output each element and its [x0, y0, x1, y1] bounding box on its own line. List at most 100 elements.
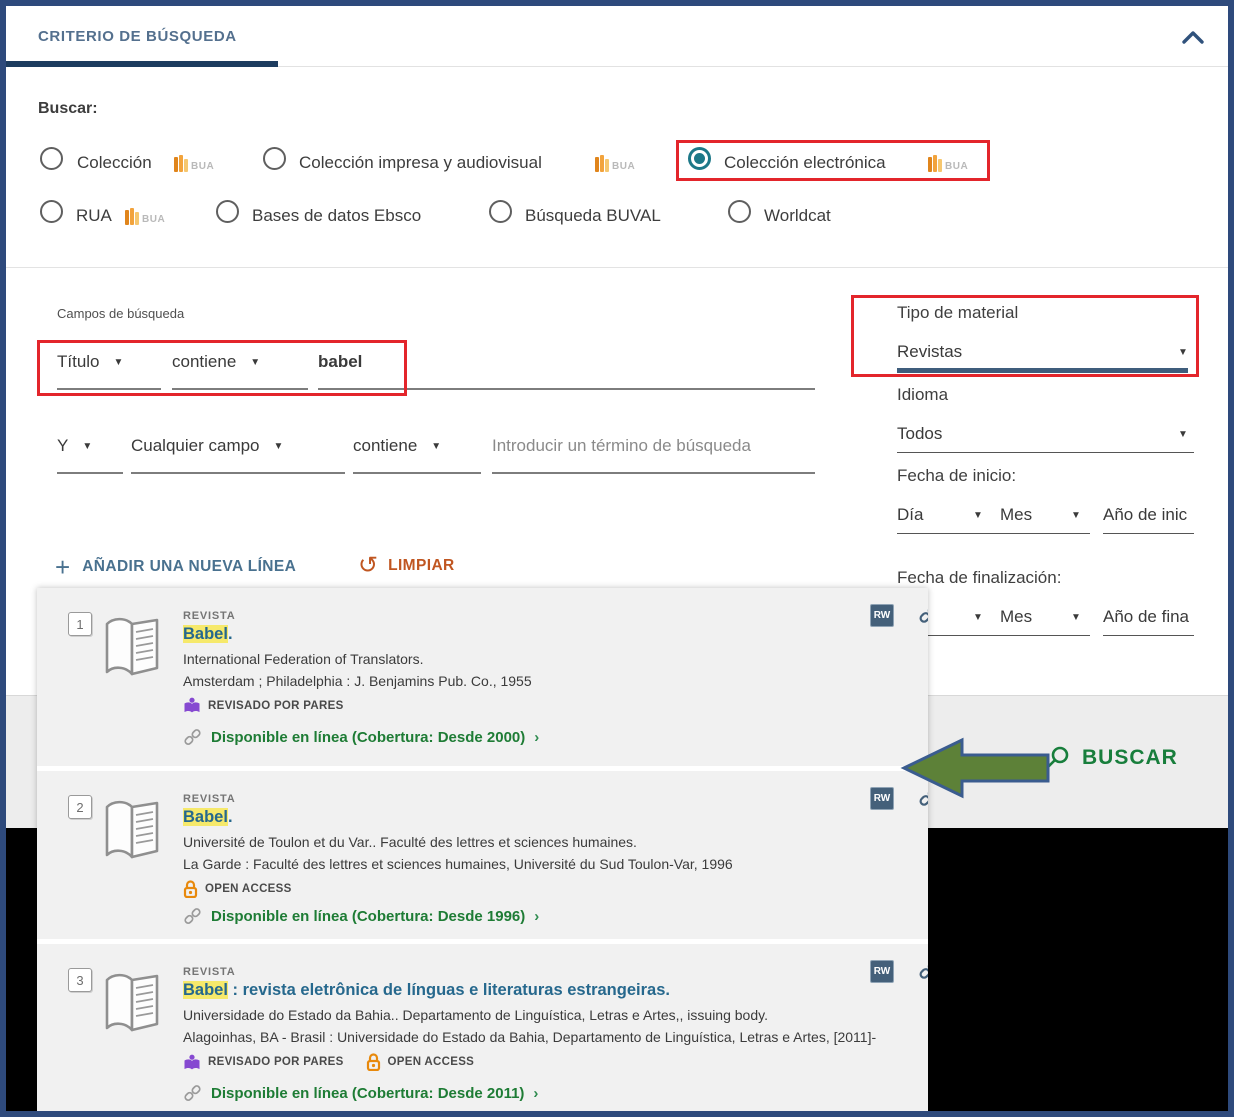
chevron-down-icon: ▼ [273, 441, 284, 452]
bua-logo: BUA [125, 207, 165, 225]
operator-select-2[interactable]: contiene ▼ [353, 436, 441, 456]
results-list: 1 REVISTA Babel. International Federatio… [37, 588, 928, 1111]
operator-select[interactable]: contiene ▼ [172, 352, 260, 372]
reset-icon: ↺ [358, 552, 379, 579]
result-type-label: REVISTA [183, 610, 236, 622]
open-access-icon [366, 1053, 380, 1071]
open-access-badge: OPEN ACCESS [366, 1053, 475, 1071]
bool-operator-select[interactable]: Y ▼ [57, 436, 92, 456]
radio-rua[interactable] [40, 200, 63, 223]
radio-coleccion-electronica-label: Colección electrónica [724, 153, 886, 172]
bua-logo: BUA [928, 154, 968, 172]
end-year-input[interactable]: Año de fina [1103, 607, 1194, 627]
radio-buval[interactable] [489, 200, 512, 223]
peer-review-icon [184, 697, 200, 713]
bua-logo: BUA [174, 154, 214, 172]
chevron-down-icon: ▼ [250, 357, 261, 368]
result-number-badge: 3 [68, 968, 92, 992]
chevron-down-icon: ▼ [113, 357, 124, 368]
open-access-icon [183, 880, 198, 898]
chevron-right-icon: › [534, 908, 540, 925]
start-day-select[interactable]: Día [897, 505, 923, 525]
result-title-link[interactable]: Babel. [183, 808, 233, 827]
radio-rua-label: RUA [76, 206, 112, 225]
rw-badge[interactable]: RW [870, 787, 894, 810]
result-author: Université de Toulon et du Var.. Faculté… [183, 834, 637, 850]
chevron-up-icon [1182, 31, 1204, 44]
rw-badge[interactable]: RW [870, 604, 894, 627]
radio-coleccion-label: Colección [77, 153, 152, 172]
material-type-select[interactable]: Revistas [897, 342, 962, 362]
language-label: Idioma [897, 385, 949, 404]
chevron-down-icon[interactable]: ▼ [1071, 612, 1081, 623]
material-type-label: Tipo de material [897, 303, 1019, 322]
radio-ebsco[interactable] [216, 200, 239, 223]
link-icon [184, 908, 201, 925]
result-item-3: 3 REVISTA Babel : revista eletrônica de … [37, 944, 928, 1111]
radio-coleccion-impresa[interactable] [263, 147, 286, 170]
chevron-down-icon: ▼ [431, 441, 442, 452]
open-access-badge: OPEN ACCESS [183, 880, 292, 898]
section-divider [6, 267, 1228, 268]
chevron-down-icon: ▼ [82, 441, 93, 452]
link-icon [184, 729, 201, 746]
add-line-button[interactable]: + AÑADIR UNA NUEVA LÍNEA [55, 552, 296, 582]
permalink-icon[interactable] [918, 786, 928, 813]
peer-reviewed-badge: REVISADO POR PARES [183, 697, 344, 714]
chevron-down-icon[interactable]: ▼ [1178, 429, 1188, 440]
result-type-label: REVISTA [183, 966, 236, 978]
search-term-input-2[interactable]: Introducir un término de búsqueda [492, 436, 815, 456]
language-select[interactable]: Todos [897, 424, 942, 444]
availability-link[interactable]: Disponible en línea (Cobertura: Desde 20… [183, 728, 539, 747]
start-year-input[interactable]: Año de inic [1103, 505, 1194, 525]
search-term-input[interactable]: babel [318, 352, 362, 372]
result-type-label: REVISTA [183, 793, 236, 805]
radio-worldcat-label: Worldcat [764, 206, 831, 225]
rw-badge[interactable]: RW [870, 960, 894, 983]
chevron-down-icon[interactable]: ▼ [1178, 347, 1188, 358]
clear-button[interactable]: ↺ LIMPIAR [358, 554, 455, 578]
end-date-label: Fecha de finalización: [897, 568, 1062, 587]
chevron-down-icon[interactable]: ▼ [1071, 510, 1081, 521]
result-item-2: 2 REVISTA Babel. Université de Toulon et… [37, 771, 928, 944]
availability-link[interactable]: Disponible en línea (Cobertura: Desde 20… [183, 1084, 538, 1103]
buscar-label: Buscar: [38, 100, 98, 117]
bua-logo: BUA [595, 154, 635, 172]
radio-worldcat[interactable] [728, 200, 751, 223]
result-publisher: La Garde : Faculté des lettres et scienc… [183, 856, 733, 872]
result-item-1: 1 REVISTA Babel. International Federatio… [37, 588, 928, 771]
start-month-select[interactable]: Mes [1000, 505, 1032, 525]
permalink-icon[interactable] [918, 603, 928, 630]
radio-buval-label: Búsqueda BUVAL [525, 206, 661, 225]
journal-icon [99, 968, 165, 1047]
field-select[interactable]: Título ▼ [57, 352, 123, 372]
plus-icon: + [55, 552, 71, 582]
radio-ebsco-label: Bases de datos Ebsco [252, 206, 422, 225]
permalink-icon[interactable] [918, 959, 928, 986]
search-fields-label: Campos de búsqueda [57, 306, 185, 321]
start-date-label: Fecha de inicio: [897, 466, 1017, 485]
peer-review-icon [184, 1054, 200, 1069]
chevron-right-icon: › [534, 729, 540, 746]
radio-coleccion-impresa-label: Colección impresa y audiovisual [299, 153, 542, 172]
availability-link[interactable]: Disponible en línea (Cobertura: Desde 19… [183, 907, 539, 926]
result-number-badge: 2 [68, 795, 92, 819]
advanced-search-panel: CRITERIO DE BÚSQUEDA Buscar: Colección B… [0, 0, 1234, 1117]
field-select-2[interactable]: Cualquier campo ▼ [131, 436, 283, 456]
result-title-link[interactable]: Babel : revista eletrônica de línguas e … [183, 981, 670, 1000]
result-number-badge: 1 [68, 612, 92, 636]
radio-coleccion[interactable] [40, 147, 63, 170]
tab-bar: CRITERIO DE BÚSQUEDA [6, 6, 1228, 67]
end-month-select[interactable]: Mes [1000, 607, 1032, 627]
radio-coleccion-electronica[interactable] [688, 147, 711, 170]
result-title-link[interactable]: Babel. [183, 625, 233, 644]
result-author: Universidade do Estado da Bahia.. Depart… [183, 1007, 768, 1023]
tab-search-criteria[interactable]: CRITERIO DE BÚSQUEDA [38, 28, 237, 45]
search-button[interactable]: BUSCAR [1044, 744, 1178, 772]
search-icon [1046, 746, 1069, 769]
chevron-down-icon[interactable]: ▼ [973, 612, 983, 623]
journal-icon [99, 612, 165, 691]
collapse-panel-button[interactable] [1180, 28, 1206, 48]
chevron-down-icon[interactable]: ▼ [973, 510, 983, 521]
result-publisher: Amsterdam ; Philadelphia : J. Benjamins … [183, 673, 532, 689]
